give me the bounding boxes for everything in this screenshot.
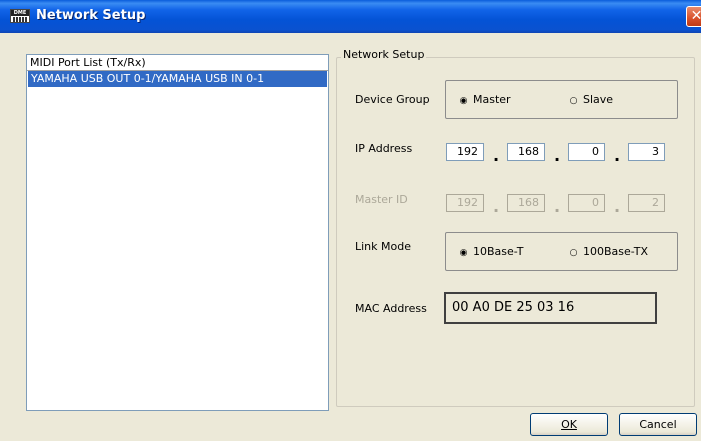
ip-dot: . [614,146,621,165]
radio-unselected-icon: ○ [569,248,578,258]
radio-100base-tx[interactable]: ○ 100Base-TX [568,245,648,260]
radio-selected-icon: ◉ [459,248,468,258]
radio-selected-icon: ◉ [459,96,468,106]
network-setup-group-title: Network Setup [341,48,427,62]
link-mode-label: Link Mode [355,240,411,253]
ip-octet-2[interactable]: 168 [507,143,545,161]
ip-address-label: IP Address [355,142,413,155]
ok-button-label: OK [561,418,577,431]
title-bar[interactable]: DME Network Setup ✕ [0,0,701,33]
midi-port-list[interactable]: MIDI Port List (Tx/Rx) YAMAHA USB OUT 0-… [26,54,329,411]
radio-slave-label: Slave [583,93,614,106]
ip-dot: . [493,197,500,216]
window-title: Network Setup [36,8,146,23]
radio-10base-t[interactable]: ◉ 10Base-T [458,245,524,260]
master-id-octet-1: 192 [446,194,484,212]
ip-octet-4[interactable]: 3 [628,143,665,161]
cancel-button[interactable]: Cancel [619,413,697,436]
radio-100base-tx-label: 100Base-TX [583,245,648,258]
ip-octet-1[interactable]: 192 [446,143,484,161]
mac-address-label: MAC Address [355,302,427,315]
list-column-header[interactable]: MIDI Port List (Tx/Rx) [27,55,328,71]
device-group-label: Device Group [355,93,430,106]
close-button[interactable]: ✕ [686,6,701,27]
ip-dot: . [554,146,561,165]
radio-unselected-icon: ○ [569,96,578,106]
ip-octet-3[interactable]: 0 [568,143,605,161]
ip-dot: . [493,146,500,165]
network-setup-dialog: DME Network Setup ✕ MIDI Port List (Tx/R… [0,0,701,441]
radio-master-label: Master [473,93,511,106]
radio-master[interactable]: ◉ Master [458,93,511,108]
ip-dot: . [614,197,621,216]
master-id-octet-4: 2 [628,194,665,212]
master-id-label: Master ID [355,193,408,206]
radio-10base-t-label: 10Base-T [473,245,524,258]
cancel-button-label: Cancel [639,418,677,431]
ok-button[interactable]: OK [530,413,608,436]
list-item[interactable]: YAMAHA USB OUT 0-1/YAMAHA USB IN 0-1 [28,71,327,87]
ip-dot: . [554,197,561,216]
mac-address-value: 00 A0 DE 25 03 16 [444,292,657,324]
radio-slave[interactable]: ○ Slave [568,93,614,108]
master-id-octet-2: 168 [507,194,545,212]
master-id-octet-3: 0 [568,194,605,212]
app-icon: DME [10,9,30,23]
